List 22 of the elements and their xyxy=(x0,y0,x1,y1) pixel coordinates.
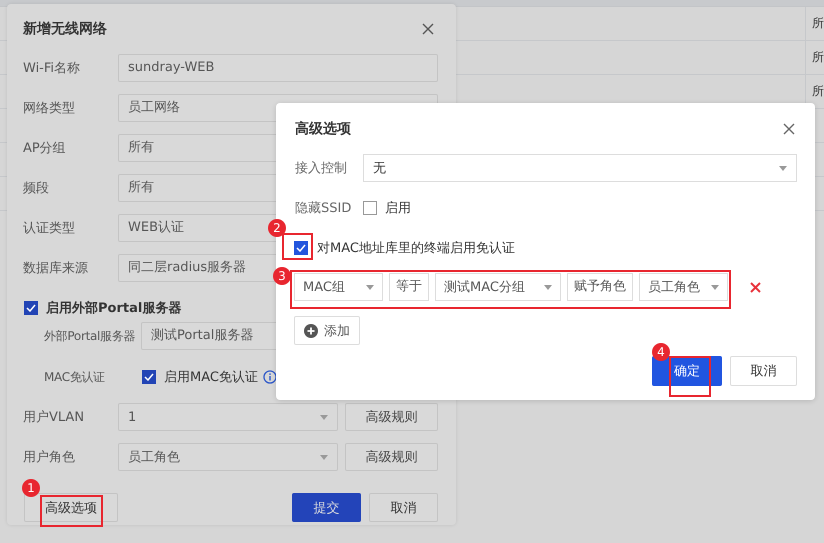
field-label: 接入控制 xyxy=(295,160,348,177)
field-label: 隐藏SSID xyxy=(295,200,352,217)
field-label: 用户VLAN xyxy=(23,409,86,426)
field-label: MAC免认证 xyxy=(44,368,106,386)
rule-text: 赋予角色 xyxy=(567,273,633,301)
field-label: 认证类型 xyxy=(23,220,76,237)
table-cell: 所 xyxy=(805,7,824,40)
field-label: AP分组 xyxy=(23,140,67,157)
field-label: Wi-Fi名称 xyxy=(23,60,82,77)
rule-text: 等于 xyxy=(389,273,429,301)
field-label: 网络类型 xyxy=(23,100,76,117)
field-label: 数据库来源 xyxy=(23,260,89,277)
field-label: 频段 xyxy=(23,180,50,197)
field-label: 外部Portal服务器 xyxy=(44,328,136,344)
checkbox-label: 启用 xyxy=(385,200,411,217)
dialog-title: 新增无线网络 xyxy=(23,20,107,38)
table-cell: 所 xyxy=(805,41,824,74)
checkbox-label: 启用MAC免认证 xyxy=(164,369,258,386)
checkbox-label: 启用外部Portal服务器 xyxy=(46,300,182,317)
field-label: 用户角色 xyxy=(23,449,76,466)
dialog-title: 高级选项 xyxy=(295,120,351,138)
checkbox-label: 对MAC地址库里的终端启用免认证 xyxy=(317,240,515,257)
